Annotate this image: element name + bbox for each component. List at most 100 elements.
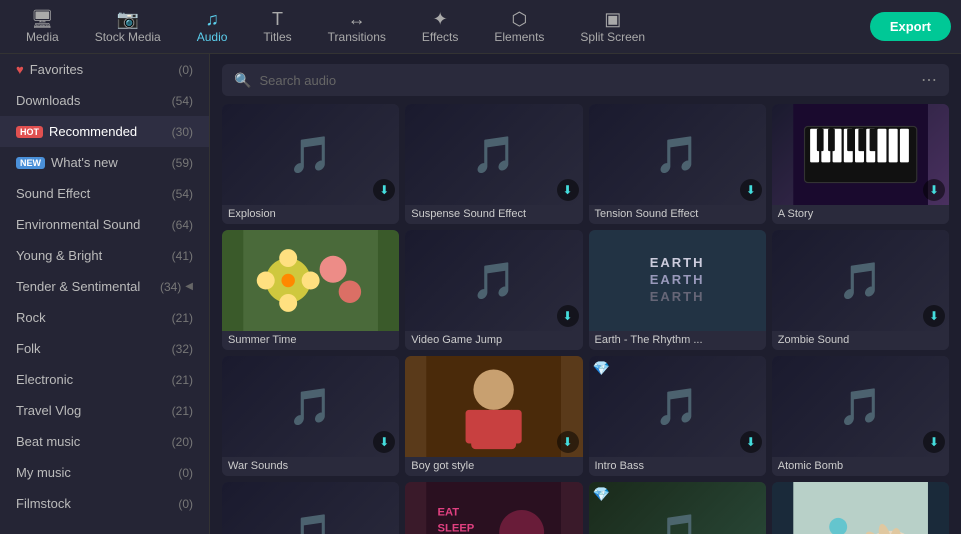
audio-card-video-game-jump[interactable]: 🎵 ⬇ Video Game Jump [405, 230, 582, 350]
sidebar-item-recommended[interactable]: HOT Recommended (30) [0, 116, 209, 147]
sidebar-label-favorites: Favorites [30, 62, 83, 77]
audio-title-summer-time: Summer Time [222, 331, 399, 350]
sidebar-item-tender-sentimental[interactable]: Tender & Sentimental (34) ◀ [0, 271, 209, 302]
sidebar-item-environmental-sound[interactable]: Environmental Sound (64) [0, 209, 209, 240]
audio-card-atomic-bomb[interactable]: 🎵 ⬇ Atomic Bomb [772, 356, 949, 476]
export-button[interactable]: Export [870, 12, 951, 41]
audio-thumb-war-sounds: 🎵 ⬇ [222, 356, 399, 457]
content-area: 🔍 ⋯ 🎵 ⬇ Explosion 🎵 ⬇ Suspense Sound Eff… [210, 54, 961, 534]
nav-item-titles[interactable]: T Titles [247, 4, 307, 50]
audio-title-earth-rhythm: Earth - The Rhythm ... [589, 331, 766, 350]
audio-title-war-sounds: War Sounds [222, 457, 399, 476]
audio-thumb-zombie-sound: 🎵 ⬇ [772, 230, 949, 331]
premium-badge-icon: 💎 [593, 486, 610, 503]
flowers-graphic [222, 230, 399, 331]
sidebar-label-travel-vlog: Travel Vlog [16, 403, 81, 418]
sidebar-item-sound-effect[interactable]: Sound Effect (54) [0, 178, 209, 209]
audio-title-video-game-jump: Video Game Jump [405, 331, 582, 350]
transitions-icon: ↔ [348, 10, 366, 28]
nav-items: 🖥 Media 📷 Stock Media ♫ Audio T Titles ↔… [10, 4, 870, 50]
audio-card-suspense[interactable]: 🎵 ⬇ Suspense Sound Effect [405, 104, 582, 224]
download-button-zombie-sound[interactable]: ⬇ [923, 305, 945, 327]
audio-card-earth-rhythm[interactable]: EARTH EARTH EARTH Earth - The Rhythm ... [589, 230, 766, 350]
audio-card-page-turn[interactable]: 🎵 ⬇ Page Turn [222, 482, 399, 534]
hand-graphic [772, 482, 949, 534]
audio-card-zombie-sound[interactable]: 🎵 ⬇ Zombie Sound [772, 230, 949, 350]
stock-media-icon: 📷 [116, 10, 138, 28]
sidebar-item-young-bright[interactable]: Young & Bright (41) [0, 240, 209, 271]
download-button-explosion[interactable]: ⬇ [373, 179, 395, 201]
audio-card-around-the-corner[interactable]: EAT SLEEP WORK REPEAT ⬇ Around The Corne… [405, 482, 582, 534]
audio-card-intro-bass[interactable]: 💎 🎵 ⬇ Intro Bass [589, 356, 766, 476]
music-note-icon: 🎵 [838, 260, 883, 302]
search-icon: 🔍 [234, 72, 251, 89]
nav-item-stock-media[interactable]: 📷 Stock Media [79, 4, 177, 50]
audio-card-action-hero[interactable]: 💎 🎵 ⬇ Action Hero Anthem [589, 482, 766, 534]
audio-card-explosion[interactable]: 🎵 ⬇ Explosion [222, 104, 399, 224]
audio-card-summer-time[interactable]: Summer Time [222, 230, 399, 350]
music-note-icon: 🎵 [655, 386, 700, 428]
main-layout: ♥ Favorites (0) Downloads (54) HOT Recom… [0, 54, 961, 534]
audio-thumb-cacoun [772, 482, 949, 534]
sidebar-item-electronic[interactable]: Electronic (21) [0, 364, 209, 395]
download-button-boy-got-style[interactable]: ⬇ [557, 431, 579, 453]
corner-graphic: EAT SLEEP WORK REPEAT [405, 482, 582, 534]
audio-card-tension[interactable]: 🎵 ⬇ Tension Sound Effect [589, 104, 766, 224]
nav-item-media[interactable]: 🖥 Media [10, 4, 75, 50]
audio-title-a-story: A Story [772, 205, 949, 224]
sidebar-label-whats-new: What's new [51, 155, 118, 170]
audio-card-cacoun[interactable]: Cacoun [772, 482, 949, 534]
heart-icon: ♥ [16, 62, 24, 77]
audio-card-war-sounds[interactable]: 🎵 ⬇ War Sounds [222, 356, 399, 476]
sidebar-count-travel-vlog: (21) [172, 404, 193, 418]
music-note-icon: 🎵 [655, 134, 700, 176]
nav-item-transitions[interactable]: ↔ Transitions [312, 4, 402, 50]
download-button-tension[interactable]: ⬇ [740, 179, 762, 201]
search-input[interactable] [259, 73, 913, 88]
nav-item-elements[interactable]: ⬡ Elements [478, 4, 560, 50]
audio-title-intro-bass: Intro Bass [589, 457, 766, 476]
sidebar-item-filmstock[interactable]: Filmstock (0) [0, 488, 209, 519]
nav-item-audio[interactable]: ♫ Audio [181, 4, 244, 50]
nav-item-split-screen[interactable]: ▣ Split Screen [564, 4, 661, 50]
audio-title-explosion: Explosion [222, 205, 399, 224]
top-nav: 🖥 Media 📷 Stock Media ♫ Audio T Titles ↔… [0, 0, 961, 54]
download-button-intro-bass[interactable]: ⬇ [740, 431, 762, 453]
sidebar-item-folk[interactable]: Folk (32) [0, 333, 209, 364]
audio-card-boy-got-style[interactable]: ⬇ Boy got style [405, 356, 582, 476]
sidebar-label-young-bright: Young & Bright [16, 248, 102, 263]
audio-title-suspense: Suspense Sound Effect [405, 205, 582, 224]
sidebar-item-travel-vlog[interactable]: Travel Vlog (21) [0, 395, 209, 426]
download-button-a-story[interactable]: ⬇ [923, 179, 945, 201]
audio-thumb-earth-rhythm: EARTH EARTH EARTH [589, 230, 766, 331]
download-button-video-game-jump[interactable]: ⬇ [557, 305, 579, 327]
svg-text:EAT: EAT [438, 507, 460, 519]
sidebar-label-filmstock: Filmstock [16, 496, 71, 511]
sidebar-item-my-music[interactable]: My music (0) [0, 457, 209, 488]
split-screen-icon: ▣ [604, 10, 621, 28]
sidebar-label-my-music: My music [16, 465, 71, 480]
download-button-atomic-bomb[interactable]: ⬇ [923, 431, 945, 453]
titles-icon: T [272, 10, 283, 28]
download-button-war-sounds[interactable]: ⬇ [373, 431, 395, 453]
sidebar-item-downloads[interactable]: Downloads (54) [0, 85, 209, 116]
nav-label-titles: Titles [263, 30, 291, 44]
sidebar-label-rock: Rock [16, 310, 46, 325]
music-note-icon: 🎵 [471, 260, 516, 302]
sidebar-item-whats-new[interactable]: NEW What's new (59) [0, 147, 209, 178]
grid-view-icon[interactable]: ⋯ [921, 70, 937, 90]
audio-thumb-around-the-corner: EAT SLEEP WORK REPEAT ⬇ [405, 482, 582, 534]
media-icon: 🖥 [31, 10, 54, 28]
elements-icon: ⬡ [512, 10, 528, 28]
download-button-suspense[interactable]: ⬇ [557, 179, 579, 201]
audio-card-a-story[interactable]: ⬇ A Story [772, 104, 949, 224]
sidebar-item-beat-music[interactable]: Beat music (20) [0, 426, 209, 457]
sidebar-count-beat-music: (20) [172, 435, 193, 449]
nav-label-transitions: Transitions [328, 30, 386, 44]
nav-item-effects[interactable]: ✦ Effects [406, 4, 474, 50]
sidebar-item-favorites[interactable]: ♥ Favorites (0) [0, 54, 209, 85]
music-note-icon: 🎵 [288, 134, 333, 176]
search-bar: 🔍 ⋯ [222, 64, 949, 96]
sidebar-label-environmental-sound: Environmental Sound [16, 217, 140, 232]
sidebar-item-rock[interactable]: Rock (21) [0, 302, 209, 333]
